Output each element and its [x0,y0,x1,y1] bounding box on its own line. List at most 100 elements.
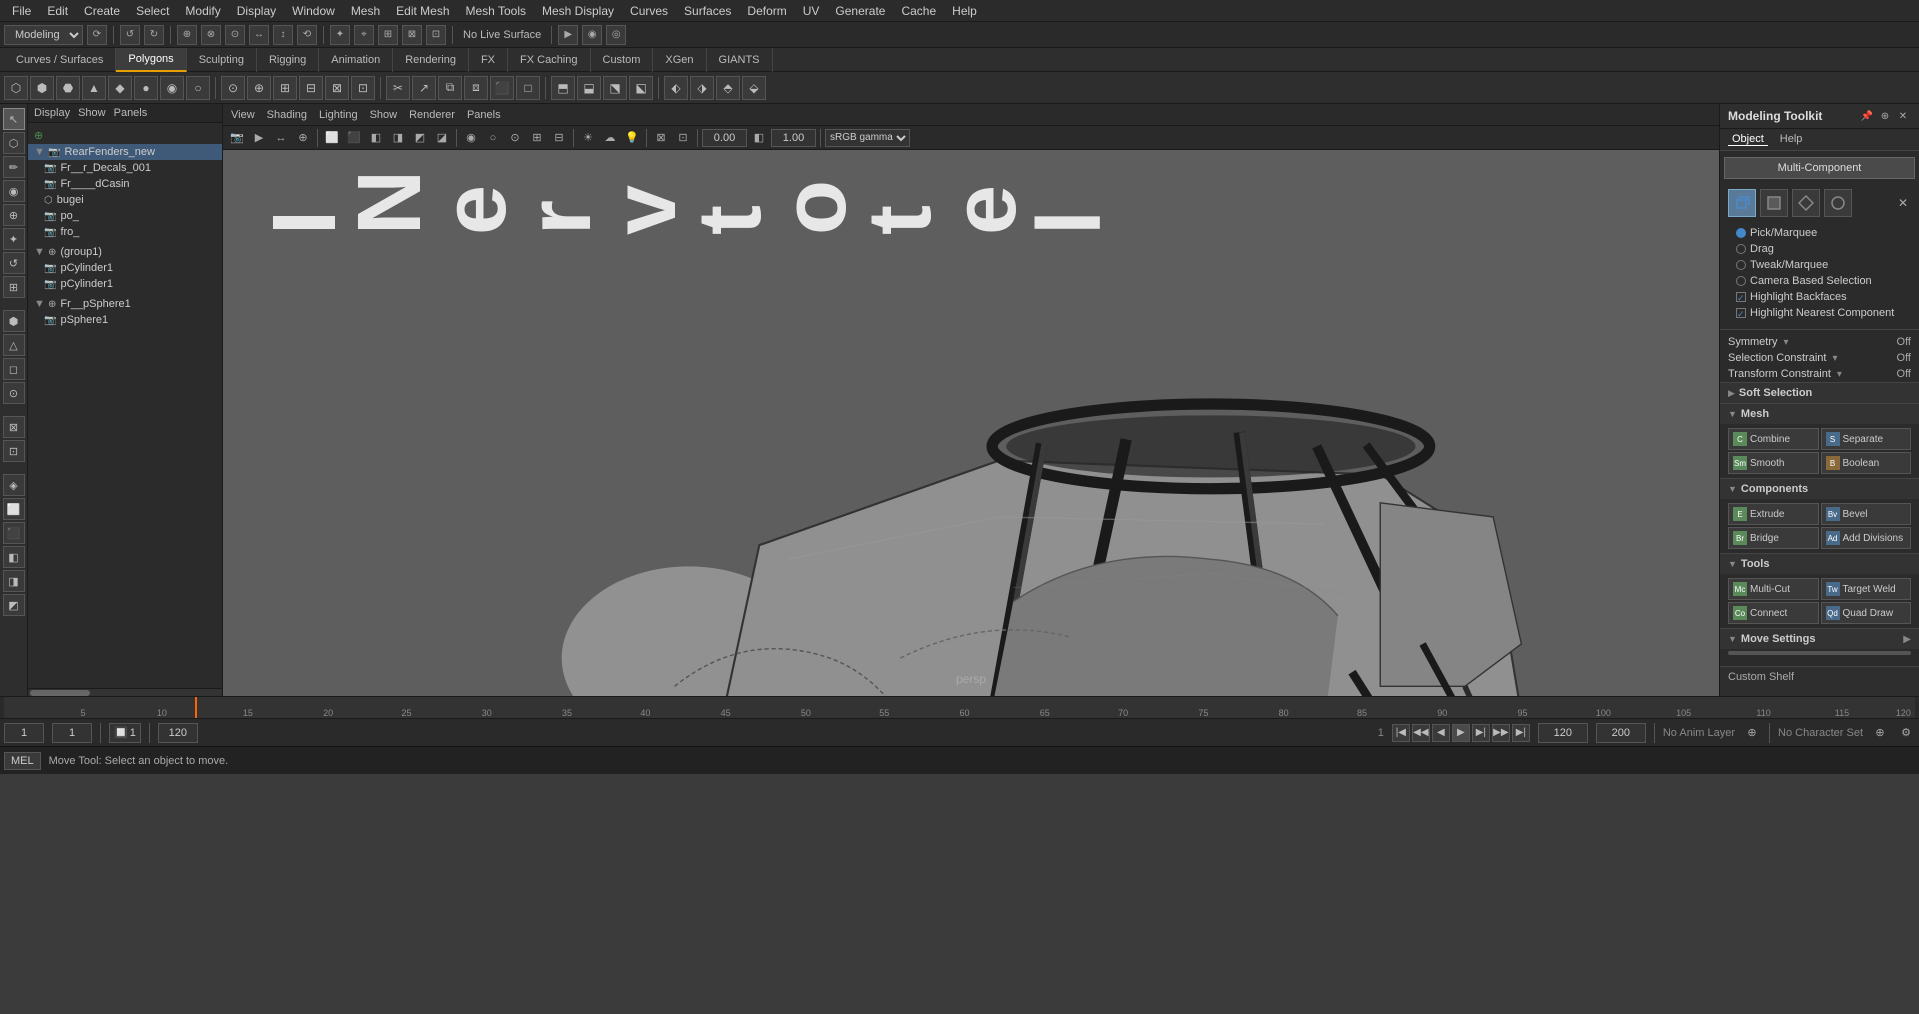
toolbar-icon-19[interactable]: ⬛ [490,76,514,100]
viewport-lighting-menu[interactable]: Lighting [315,109,362,121]
vp-grid-1[interactable]: ⬜ [322,128,342,148]
vp-shading-3[interactable]: ⊙ [505,128,525,148]
tab-rendering[interactable]: Rendering [393,48,469,72]
vp-icon-3[interactable]: ⊕ [293,128,313,148]
menu-mesh-display[interactable]: Mesh Display [534,4,622,18]
vp-value-2[interactable] [771,129,816,147]
viewport-view-menu[interactable]: View [227,109,259,121]
ws-snap-1[interactable]: ✦ [330,25,350,45]
pick-marquee-option[interactable]: Pick/Marquee [1728,225,1911,241]
shape-close-btn[interactable]: ✕ [1895,195,1911,211]
menu-uv[interactable]: UV [795,4,828,18]
menu-mesh[interactable]: Mesh [343,4,388,18]
menu-create[interactable]: Create [76,4,128,18]
vp-shading-1[interactable]: ◉ [461,128,481,148]
menu-generate[interactable]: Generate [827,4,893,18]
components-section-header[interactable]: ▼ Components [1720,478,1919,499]
shape-face-btn[interactable] [1760,189,1788,217]
workspace-selector[interactable]: Modeling [4,25,83,45]
menu-edit-mesh[interactable]: Edit Mesh [388,4,457,18]
tab-xgen[interactable]: XGen [653,48,706,72]
vp-extra-2[interactable]: ⊡ [673,128,693,148]
quad-draw-button[interactable]: Qd Quad Draw [1821,602,1912,624]
transform-constraint-row[interactable]: Transform Constraint ▾ Off [1720,366,1919,382]
combine-button[interactable]: C Combine [1728,428,1819,450]
outliner-item-pcyl2[interactable]: 📷 pCylinder1 [28,276,222,292]
ws-icon-7[interactable]: ↔ [249,25,269,45]
outliner-show-menu[interactable]: Show [78,107,106,119]
rp-tab-object[interactable]: Object [1728,133,1768,146]
outliner-add-btn[interactable]: ⊕ [28,127,222,144]
bevel-button[interactable]: Bv Bevel [1821,503,1912,525]
layer-indicator[interactable]: 🔲 1 [109,723,141,743]
multi-cut-button[interactable]: Mc Multi-Cut [1728,578,1819,600]
vp-shading-4[interactable]: ⊞ [527,128,547,148]
anim-layer-icon[interactable]: ⊕ [1743,724,1761,742]
viewport-shading-menu[interactable]: Shading [263,109,311,121]
anim-next-frame[interactable]: ▶▶ [1492,724,1510,742]
bridge-button[interactable]: Br Bridge [1728,527,1819,549]
snap-tool-5[interactable]: ◨ [3,570,25,592]
toolbar-icon-24[interactable]: ⬕ [629,76,653,100]
rp-tab-help[interactable]: Help [1776,133,1807,146]
uv-tool[interactable]: ⊠ [3,416,25,438]
toolbar-icon-4[interactable]: ▲ [82,76,106,100]
char-set-icon-2[interactable]: ⚙ [1897,724,1915,742]
snap-tool-2[interactable]: ⬜ [3,498,25,520]
component-c[interactable]: ◻ [3,358,25,380]
extrude-button[interactable]: E Extrude [1728,503,1819,525]
tab-animation[interactable]: Animation [319,48,393,72]
toolbar-icon-10[interactable]: ⊕ [247,76,271,100]
menu-help[interactable]: Help [944,4,985,18]
move-tool[interactable]: ✦ [3,228,25,250]
menu-edit[interactable]: Edit [39,4,76,18]
tab-sculpting[interactable]: Sculpting [187,48,257,72]
menu-curves[interactable]: Curves [622,4,676,18]
timeline-playhead[interactable] [195,697,197,718]
component-b[interactable]: △ [3,334,25,356]
frame-current-input[interactable]: 1 [52,723,92,743]
vp-grid-6[interactable]: ◪ [432,128,452,148]
toolbar-icon-14[interactable]: ⊡ [351,76,375,100]
vp-shading-2[interactable]: ○ [483,128,503,148]
ws-icon-3[interactable]: ↻ [144,25,164,45]
tweak-marquee-option[interactable]: Tweak/Marquee [1728,257,1911,273]
ws-icon-6[interactable]: ⊙ [225,25,245,45]
outliner-item-bugei[interactable]: ⬡ bugei [28,192,222,208]
tab-fx[interactable]: FX [469,48,508,72]
toolbar-icon-28[interactable]: ⬙ [742,76,766,100]
outliner-item-group1[interactable]: ▼ ⊕ (group1) [28,244,222,260]
menu-select[interactable]: Select [128,4,177,18]
vp-grid-2[interactable]: ⬛ [344,128,364,148]
tab-rigging[interactable]: Rigging [257,48,319,72]
outliner-scrollbar[interactable] [28,688,222,696]
anim-start-input[interactable]: 120 [1538,723,1588,743]
soft-selection-header[interactable]: ▶ Soft Selection [1720,382,1919,403]
vp-grid-5[interactable]: ◩ [410,128,430,148]
anim-end-input[interactable]: 200 [1596,723,1646,743]
ws-snap-2[interactable]: ⌖ [354,25,374,45]
menu-surfaces[interactable]: Surfaces [676,4,739,18]
toolbar-icon-17[interactable]: ⧉ [438,76,462,100]
vp-light-1[interactable]: ☀ [578,128,598,148]
outliner-item-fro[interactable]: 📷 fro_ [28,224,222,240]
anim-skip-end[interactable]: ▶| [1512,724,1530,742]
toolbar-icon-5[interactable]: ◆ [108,76,132,100]
tab-custom[interactable]: Custom [591,48,654,72]
toolbar-icon-2[interactable]: ⬢ [30,76,54,100]
shape-diamond-btn[interactable] [1792,189,1820,217]
toolbar-icon-6[interactable]: ● [134,76,158,100]
anim-step-forward[interactable]: ▶| [1472,724,1490,742]
outliner-item-psphere1[interactable]: 📷 pSphere1 [28,312,222,328]
mel-label[interactable]: MEL [4,752,41,770]
camera-based-option[interactable]: Camera Based Selection [1728,273,1911,289]
lasso-tool[interactable]: ⬡ [3,132,25,154]
menu-display[interactable]: Display [229,4,284,18]
vp-gamma-selector[interactable]: sRGB gamma [825,129,910,147]
menu-deform[interactable]: Deform [739,4,794,18]
shape-cube-btn[interactable] [1728,189,1756,217]
ws-icon-9[interactable]: ⟲ [297,25,317,45]
toolbar-icon-26[interactable]: ⬗ [690,76,714,100]
anim-skip-start[interactable]: |◀ [1392,724,1410,742]
toolbar-icon-16[interactable]: ↗ [412,76,436,100]
